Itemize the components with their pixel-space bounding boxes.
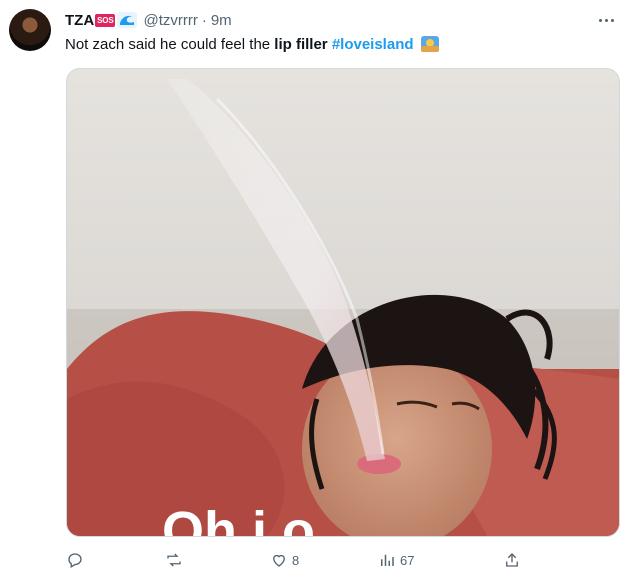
sos-badge: SOS <box>95 13 116 27</box>
action-bar: 8 67 <box>0 549 634 573</box>
hashtag-link[interactable]: #loveisland <box>332 36 414 53</box>
media-caption: Oh i o <box>162 501 315 536</box>
tweet-header: TZA SOS @tzvrrrr · 9m <box>65 10 232 30</box>
retweet-button[interactable] <box>165 549 183 571</box>
tweet-text-part: Not zach said he could feel the <box>65 36 275 53</box>
media-image: Oh i o <box>67 69 619 536</box>
views-button[interactable]: 67 <box>378 549 414 571</box>
tweet-text-bold: lip filler <box>274 36 328 53</box>
tweet-media[interactable]: Oh i o <box>66 68 620 537</box>
retweet-icon <box>167 553 181 567</box>
island-emoji-icon <box>420 36 439 52</box>
user-handle[interactable]: @tzvrrrr <box>143 12 197 29</box>
views-icon <box>381 554 394 566</box>
tweet-text: Not zach said he could feel the lip fill… <box>65 35 439 55</box>
timestamp[interactable]: 9m <box>211 12 232 29</box>
share-icon <box>506 553 518 567</box>
like-count: 8 <box>292 552 300 568</box>
heart-icon <box>273 554 285 567</box>
like-button[interactable]: 8 <box>270 549 299 571</box>
separator-dot: · <box>201 11 207 29</box>
avatar[interactable] <box>9 9 51 51</box>
wave-icon <box>117 12 138 28</box>
reply-button[interactable] <box>66 549 84 571</box>
share-button[interactable] <box>503 549 521 571</box>
display-name[interactable]: TZA <box>65 12 94 29</box>
views-count: 67 <box>400 552 415 568</box>
more-options-icon[interactable] <box>596 12 616 28</box>
reply-icon <box>68 553 82 568</box>
